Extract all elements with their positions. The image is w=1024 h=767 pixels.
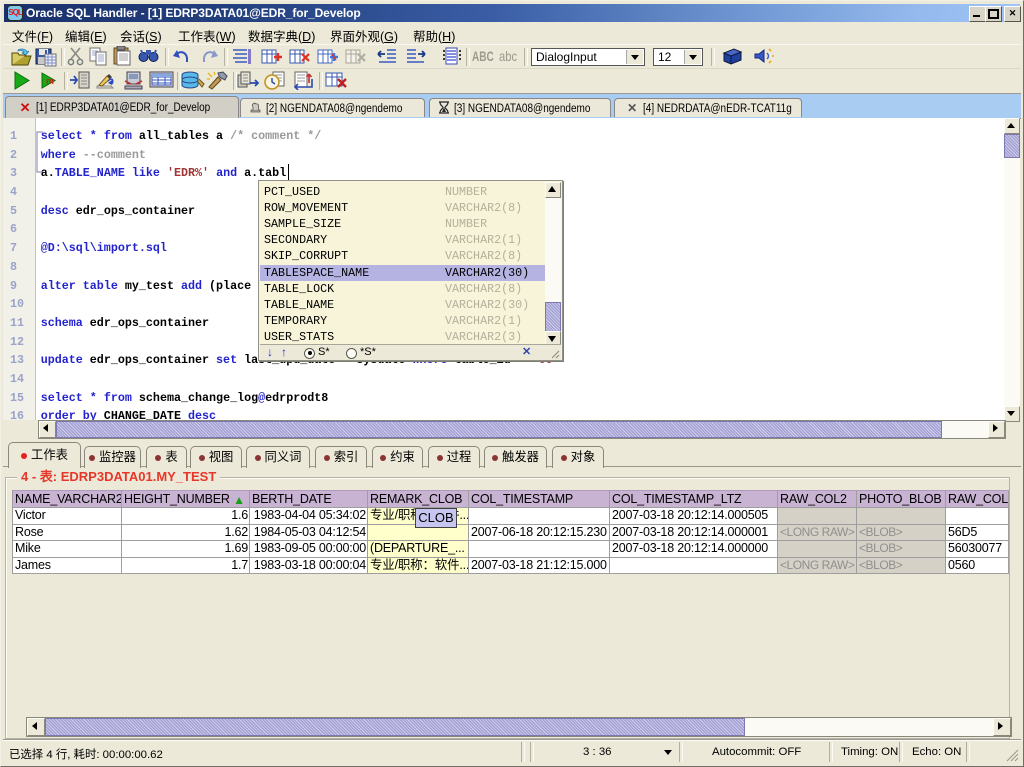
svg-text:m: m bbox=[46, 76, 54, 86]
